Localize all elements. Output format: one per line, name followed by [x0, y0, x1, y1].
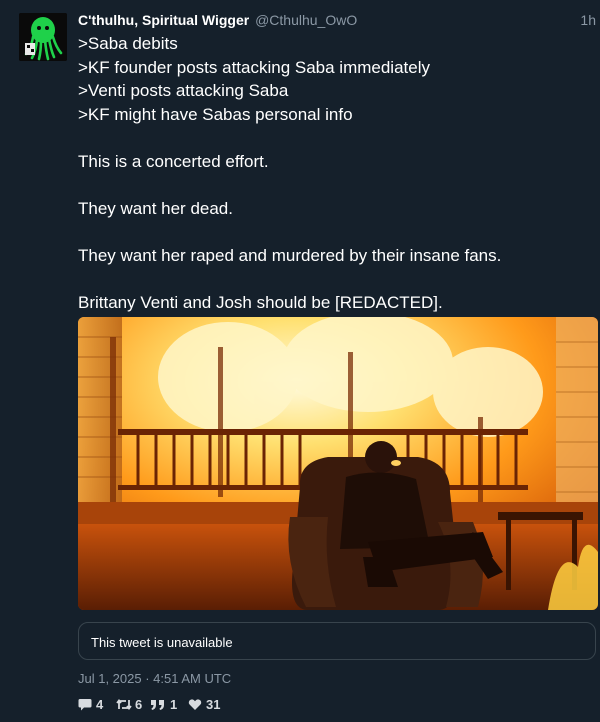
retweet-icon	[116, 699, 132, 710]
retweet-count: 6	[135, 697, 143, 712]
tweet-date[interactable]: Jul 1, 2025 · 4:51 AM UTC	[78, 671, 231, 686]
tweet: C'thulhu, Spiritual Wigger @Cthulhu_OwO …	[0, 0, 600, 722]
avatar[interactable]	[19, 13, 67, 61]
tweet-line: They want her dead.	[78, 198, 233, 218]
like-count: 31	[206, 697, 221, 712]
tweet-text: >Saba debits >KF founder posts attacking…	[78, 32, 588, 314]
cthulhu-avatar-image	[19, 13, 67, 61]
comment-icon	[78, 699, 92, 711]
tweet-media-image[interactable]	[78, 317, 598, 610]
tweet-header: C'thulhu, Spiritual Wigger @Cthulhu_OwO …	[78, 12, 600, 32]
tweet-time-ago[interactable]: 1h	[580, 12, 596, 28]
heart-icon	[188, 699, 202, 710]
tweet-line: They want her raped and murdered by thei…	[78, 245, 502, 265]
reply-count: 4	[96, 697, 104, 712]
username-handle[interactable]: @Cthulhu_OwO	[255, 12, 357, 28]
tweet-line: Brittany Venti and Josh should be [REDAC…	[78, 292, 443, 312]
tweet-line: >Saba debits	[78, 34, 178, 53]
quote-count: 1	[170, 697, 178, 712]
tweet-line: This is a concerted effort.	[78, 151, 269, 171]
quoted-tweet-unavailable-text: This tweet is unavailable	[91, 635, 233, 650]
tweet-line: >Venti posts attacking Saba	[78, 81, 289, 100]
quoted-tweet-card[interactable]: This tweet is unavailable	[78, 622, 596, 660]
tweet-line: >KF founder posts attacking Saba immedia…	[78, 57, 430, 77]
burning-house-photo	[78, 317, 598, 610]
tweet-line: >KF might have Sabas personal info	[78, 104, 353, 124]
quote-icon	[151, 700, 164, 710]
display-name[interactable]: C'thulhu, Spiritual Wigger	[78, 12, 249, 28]
